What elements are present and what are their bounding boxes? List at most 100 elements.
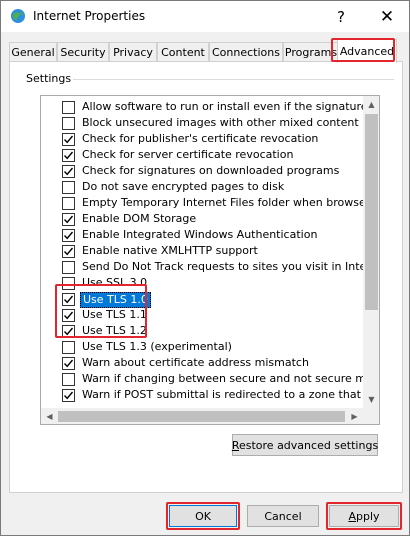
checkbox-unchecked[interactable] <box>62 277 75 290</box>
setting-label: Use TLS 1.3 (experimental) <box>82 340 232 353</box>
ok-button-label: OK <box>195 509 211 523</box>
setting-label: Use TLS 1.1 <box>82 308 147 321</box>
setting-row[interactable]: Do not save encrypted pages to disk <box>41 179 363 195</box>
horizontal-scrollbar[interactable]: ◀ ▶ <box>41 408 363 424</box>
setting-label: Block unsecured images with other mixed … <box>82 116 359 129</box>
settings-tree-list[interactable]: Allow software to run or install even if… <box>40 95 380 425</box>
setting-row[interactable]: Use TLS 1.2 <box>41 323 363 339</box>
checkbox-checked[interactable] <box>62 293 75 306</box>
setting-row[interactable]: Allow software to run or install even if… <box>41 99 363 115</box>
setting-row[interactable]: Empty Temporary Internet Files folder wh… <box>41 195 363 211</box>
tab-strip: General Security Privacy Content Connect… <box>9 39 403 63</box>
scroll-down-icon[interactable]: ▼ <box>363 391 379 408</box>
tab-general[interactable]: General <box>9 42 57 62</box>
checkbox-unchecked[interactable] <box>62 261 75 274</box>
setting-row[interactable]: Warn if POST submittal is redirected to … <box>41 387 363 403</box>
setting-row[interactable]: Use TLS 1.0 <box>41 291 363 308</box>
checkbox-checked[interactable] <box>62 357 75 370</box>
scroll-left-icon[interactable]: ◀ <box>41 408 58 424</box>
checkmark-icon <box>63 311 74 320</box>
checkbox-checked[interactable] <box>62 165 75 178</box>
scroll-up-icon[interactable]: ▲ <box>363 96 379 113</box>
setting-row[interactable]: Send Do Not Track requests to sites you … <box>41 259 363 275</box>
setting-label: Use TLS 1.2 <box>82 324 147 337</box>
group-divider <box>72 79 394 80</box>
setting-row[interactable]: Warn if changing between secure and not … <box>41 371 363 387</box>
vertical-scrollbar[interactable]: ▲ ▼ <box>363 96 379 408</box>
checkbox-unchecked[interactable] <box>62 117 75 130</box>
setting-row[interactable]: Enable Integrated Windows Authentication <box>41 227 363 243</box>
checkbox-unchecked[interactable] <box>62 197 75 210</box>
internet-properties-dialog: Internet Properties ? ✕ General Security… <box>0 0 410 536</box>
checkmark-icon <box>63 167 74 176</box>
checkbox-checked[interactable] <box>62 213 75 226</box>
setting-label: Empty Temporary Internet Files folder wh… <box>82 196 363 209</box>
title-bar[interactable]: Internet Properties ? ✕ <box>1 1 409 32</box>
setting-row[interactable]: Warn about certificate address mismatch <box>41 355 363 371</box>
checkmark-icon <box>63 215 74 224</box>
tab-security[interactable]: Security <box>57 42 109 62</box>
setting-label: Enable native XMLHTTP support <box>82 244 258 257</box>
setting-row[interactable]: Use SSL 3.0 <box>41 275 363 291</box>
checkbox-unchecked[interactable] <box>62 181 75 194</box>
checkbox-unchecked[interactable] <box>62 101 75 114</box>
checkbox-checked[interactable] <box>62 325 75 338</box>
checkbox-checked[interactable] <box>62 245 75 258</box>
setting-label: Use SSL 3.0 <box>82 276 148 289</box>
close-button[interactable]: ✕ <box>365 1 409 32</box>
setting-label: Warn if changing between secure and not … <box>82 372 363 385</box>
checkmark-icon <box>63 231 74 240</box>
scrollbar-corner <box>363 408 379 424</box>
checkbox-checked[interactable] <box>62 149 75 162</box>
scroll-right-icon[interactable]: ▶ <box>346 408 363 424</box>
tab-advanced[interactable]: Advanced <box>337 39 397 63</box>
tab-label: Privacy <box>113 46 153 59</box>
restore-advanced-settings-button[interactable]: Restore advanced settings <box>232 434 378 456</box>
checkbox-unchecked[interactable] <box>62 341 75 354</box>
internet-globe-icon <box>10 8 26 24</box>
setting-label: Enable DOM Storage <box>82 212 197 225</box>
horizontal-scroll-thumb[interactable] <box>58 411 345 422</box>
apply-button[interactable]: Apply <box>329 505 399 527</box>
checkmark-icon <box>63 391 74 400</box>
tab-label: Content <box>161 46 205 59</box>
tab-label: General <box>11 46 55 59</box>
setting-row[interactable]: Block unsecured images with other mixed … <box>41 115 363 131</box>
tab-privacy[interactable]: Privacy <box>109 42 157 62</box>
settings-group-label: Settings <box>24 72 74 85</box>
help-icon: ? <box>337 7 345 26</box>
tab-connections[interactable]: Connections <box>209 42 283 62</box>
setting-row[interactable]: Check for server certificate revocation <box>41 147 363 163</box>
setting-row[interactable]: Check for signatures on downloaded progr… <box>41 163 363 179</box>
apply-button-label: Apply <box>348 509 380 523</box>
help-button[interactable]: ? <box>319 1 363 32</box>
tab-content[interactable]: Content <box>157 42 209 62</box>
setting-row[interactable]: Enable DOM Storage <box>41 211 363 227</box>
setting-label: Check for server certificate revocation <box>82 148 294 161</box>
setting-label: Enable Integrated Windows Authentication <box>82 228 318 241</box>
setting-row[interactable]: Use TLS 1.3 (experimental) <box>41 339 363 355</box>
checkbox-unchecked[interactable] <box>62 373 75 386</box>
window-title: Internet Properties <box>33 9 146 23</box>
tab-label: Connections <box>212 46 280 59</box>
checkmark-icon <box>63 295 74 304</box>
vertical-scroll-thumb[interactable] <box>365 114 378 310</box>
setting-row[interactable]: Use TLS 1.1 <box>41 307 363 323</box>
checkbox-checked[interactable] <box>62 309 75 322</box>
setting-label: Allow software to run or install even if… <box>82 100 363 113</box>
setting-label: Warn about certificate address mismatch <box>82 356 309 369</box>
ok-button[interactable]: OK <box>169 505 237 527</box>
setting-label: Use TLS 1.0 <box>80 292 151 308</box>
setting-row[interactable]: Enable native XMLHTTP support <box>41 243 363 259</box>
setting-label: Do not save encrypted pages to disk <box>82 180 285 193</box>
checkmark-icon <box>63 359 74 368</box>
checkbox-checked[interactable] <box>62 389 75 402</box>
cancel-button[interactable]: Cancel <box>247 505 319 527</box>
tab-label: Security <box>60 46 106 59</box>
checkbox-checked[interactable] <box>62 133 75 146</box>
checkbox-checked[interactable] <box>62 229 75 242</box>
tab-programs[interactable]: Programs <box>283 42 339 62</box>
settings-list-viewport: Allow software to run or install even if… <box>41 96 363 408</box>
setting-row[interactable]: Check for publisher's certificate revoca… <box>41 131 363 147</box>
advanced-panel: Settings Allow software to run or instal… <box>9 61 403 493</box>
